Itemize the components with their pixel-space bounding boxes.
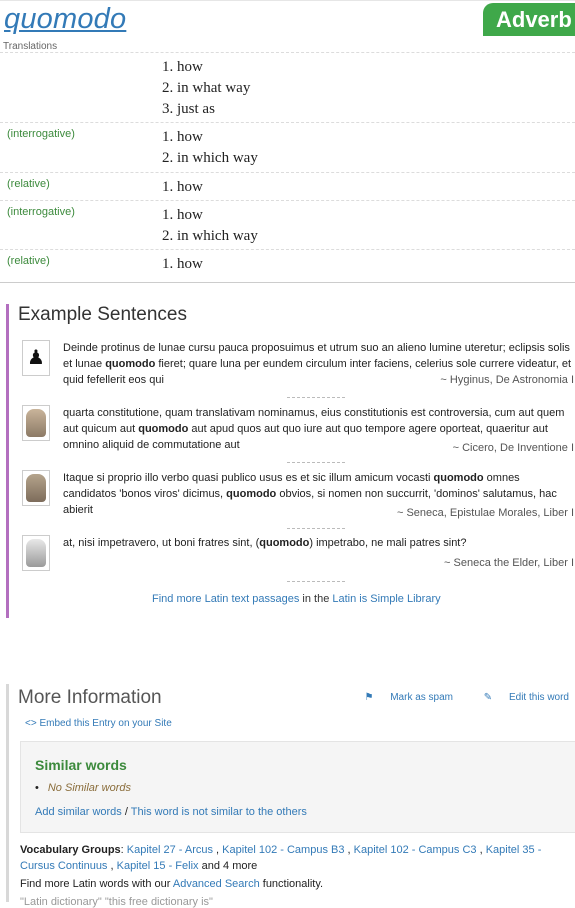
meaning-item: 1. how: [162, 179, 203, 195]
divider: [287, 528, 345, 529]
similar-words-heading: Similar words: [35, 757, 127, 773]
bust-icon: ♟: [22, 340, 50, 376]
vocab-group-link[interactable]: Kapitel 102 - Campus C3: [354, 844, 477, 856]
find-more-line: Find more Latin text passages in the Lat…: [152, 593, 441, 605]
meaning-item: 2. in what way: [162, 80, 251, 96]
translations-label: Translations: [3, 41, 58, 52]
vocab-more-count: and 4 more: [201, 860, 258, 872]
add-similar-words-link[interactable]: Add similar words: [35, 806, 122, 818]
translation-context: (relative): [7, 178, 50, 190]
translation-row: (relative) 1. how: [0, 249, 575, 282]
entry-actions: ⚑ Mark as spam ✎ Edit this word: [336, 692, 569, 703]
vocab-groups-label: Vocabulary Groups: [20, 844, 121, 856]
translation-row: (interrogative) 1. how 2. in which way: [0, 200, 575, 249]
truncated-text: "Latin dictionary" "this free dictionary…: [20, 896, 213, 908]
example-source: ~ Hyginus, De Astronomia I: [440, 374, 574, 386]
vocab-group-link[interactable]: Kapitel 102 - Campus B3: [222, 844, 344, 856]
meaning-list: 1. how 2. in what way 3. just as: [162, 57, 250, 120]
entry-header: quomodo Adverb Translations: [0, 0, 575, 53]
vocab-group-link[interactable]: Kapitel 27 - Arcus: [127, 844, 213, 856]
divider: [287, 397, 345, 398]
meaning-item: 3. just as: [162, 101, 215, 117]
portrait-icon: [22, 405, 50, 441]
similar-words-box: Similar words No Similar words Add simil…: [20, 741, 575, 833]
meaning-item: 1. how: [162, 59, 203, 75]
code-icon: <>: [25, 718, 37, 729]
not-similar-link[interactable]: This word is not similar to the others: [131, 806, 307, 818]
meaning-list: 1. how 2. in which way: [162, 127, 258, 169]
translation-row: (relative) 1. how: [0, 172, 575, 200]
mark-spam-button[interactable]: ⚑ Mark as spam: [350, 692, 453, 703]
advanced-search-line: Find more Latin words with our Advanced …: [20, 878, 324, 890]
similar-words-actions: Add similar words / This word is not sim…: [35, 806, 307, 818]
meaning-list: 1. how 2. in which way: [162, 205, 258, 247]
more-information-section: More Information ⚑ Mark as spam ✎ Edit t…: [6, 684, 575, 908]
find-more-passages-link[interactable]: Find more Latin text passages: [152, 593, 299, 605]
embed-entry-link[interactable]: <> Embed this Entry on your Site: [25, 718, 172, 729]
meaning-list: 1. how: [162, 177, 203, 198]
flag-icon: ⚑: [364, 692, 374, 703]
translation-row: (interrogative) 1. how 2. in which way: [0, 122, 575, 172]
example-source: ~ Seneca, Epistulae Morales, Liber I: [396, 507, 574, 519]
divider: [0, 282, 575, 283]
part-of-speech-badge: Adverb: [483, 3, 575, 36]
vocabulary-groups: Vocabulary Groups: Kapitel 27 - Arcus , …: [20, 844, 542, 872]
meaning-list: 1. how: [162, 254, 203, 275]
meaning-item: 1. how: [162, 129, 203, 145]
vocab-group-link[interactable]: Kapitel 15 - Felix: [117, 860, 199, 872]
example-source: ~ Cicero, De Inventione I: [452, 442, 574, 454]
meaning-item: 2. in which way: [162, 150, 258, 166]
translation-context: (interrogative): [7, 128, 75, 140]
translation-context: (interrogative): [7, 206, 75, 218]
meaning-item: 2. in which way: [162, 228, 258, 244]
section-heading: More Information: [18, 687, 162, 708]
library-link[interactable]: Latin is Simple Library: [332, 593, 440, 605]
word-title-link[interactable]: quomodo: [4, 3, 126, 36]
statue-icon: [22, 535, 50, 571]
example-text: at, nisi impetravero, ut boni fratres si…: [63, 537, 467, 549]
example-source: ~ Seneca the Elder, Liber I: [444, 557, 574, 569]
list-item: No Similar words: [35, 782, 131, 794]
example-sentences-section: Example Sentences ♟ Deinde protinus de l…: [6, 304, 575, 618]
translation-row: 1. how 2. in what way 3. just as: [0, 52, 575, 122]
edit-word-button[interactable]: ✎ Edit this word: [470, 692, 569, 703]
divider: [287, 581, 345, 582]
pencil-icon: ✎: [483, 692, 493, 703]
similar-words-list: No Similar words: [35, 782, 131, 794]
meaning-item: 1. how: [162, 207, 203, 223]
portrait-icon: [22, 470, 50, 506]
advanced-search-link[interactable]: Advanced Search: [173, 878, 260, 890]
translations-table: 1. how 2. in what way 3. just as (interr…: [0, 52, 575, 282]
meaning-item: 1. how: [162, 256, 203, 272]
section-heading: Example Sentences: [18, 304, 187, 325]
divider: [287, 462, 345, 463]
translation-context: (relative): [7, 255, 50, 267]
